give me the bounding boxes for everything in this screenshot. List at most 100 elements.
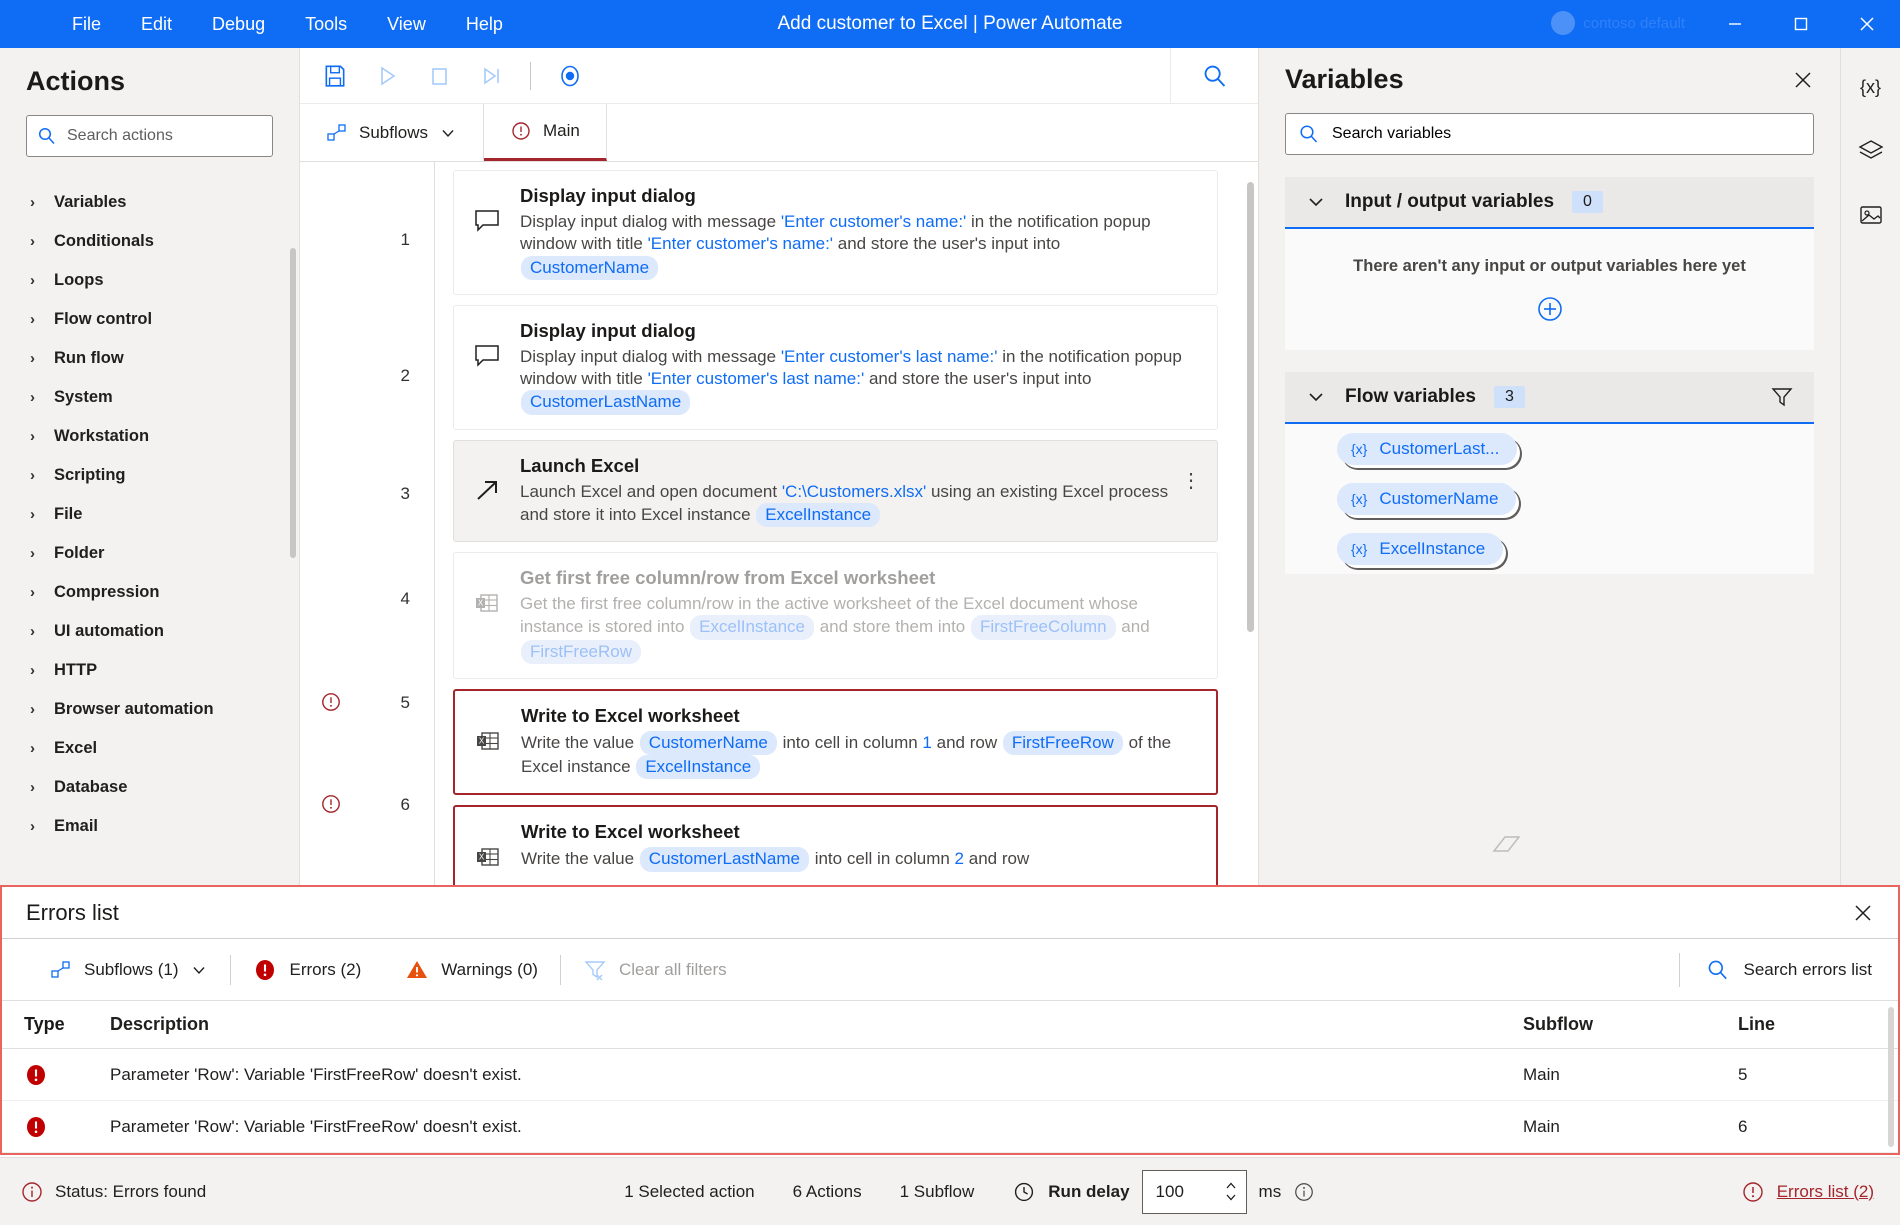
flow-tabs: Subflows Main [300, 104, 1258, 162]
menu-file[interactable]: File [52, 8, 121, 41]
table-row[interactable]: Parameter 'Row': Variable 'FirstFreeRow'… [2, 1049, 1898, 1101]
account-name: contoso default [1583, 15, 1685, 32]
variable-chip[interactable]: FirstFreeRow [521, 640, 641, 664]
search-variables-input[interactable]: Search variables [1285, 113, 1814, 155]
variable-chip[interactable]: ExcelInstance [636, 755, 760, 779]
minimize-icon[interactable] [1702, 0, 1768, 48]
category-file[interactable]: ›File [0, 495, 299, 534]
status-text: Status: Errors found [55, 1182, 206, 1202]
stepper-arrows[interactable] [1224, 1181, 1238, 1202]
filter-subflows[interactable]: Subflows (1) [28, 959, 230, 981]
category-loops[interactable]: ›Loops [0, 261, 299, 300]
list-item[interactable]: {x} CustomerName [1285, 474, 1814, 524]
add-variable-button[interactable] [1305, 294, 1794, 324]
errors-list-link[interactable]: Errors list (2) [1741, 1180, 1874, 1204]
variable-chip[interactable]: FirstFreeColumn [971, 615, 1116, 639]
category-compression[interactable]: ›Compression [0, 573, 299, 612]
step-title: Launch Excel [520, 455, 1199, 477]
filter-variables-icon[interactable] [1770, 385, 1794, 409]
line-number: 6 [401, 795, 410, 815]
category-variables[interactable]: ›Variables [0, 183, 299, 222]
flow-step-disabled[interactable]: X Get first free column/row from Excel w… [453, 552, 1218, 679]
run-delay-value: 100 [1156, 1182, 1184, 1202]
list-item[interactable]: {x} ExcelInstance [1285, 524, 1814, 574]
category-workstation[interactable]: ›Workstation [0, 417, 299, 456]
flow-step-error[interactable]: X Write to Excel worksheet Write the val… [453, 689, 1218, 796]
stop-icon[interactable] [422, 59, 456, 93]
account-chip[interactable]: contoso default [1551, 11, 1685, 35]
excel-icon: X [470, 567, 504, 664]
close-icon[interactable] [1834, 0, 1900, 48]
save-icon[interactable] [318, 59, 352, 93]
table-row[interactable]: Parameter 'Row': Variable 'FirstFreeRow'… [2, 1101, 1898, 1153]
variable-chip[interactable]: FirstFreeRow [1003, 731, 1123, 755]
column-header-line: Line [1738, 1014, 1898, 1035]
window-controls [1702, 0, 1900, 48]
flow-step-error[interactable]: X Write to Excel worksheet Write the val… [453, 805, 1218, 885]
menu-debug[interactable]: Debug [192, 8, 285, 41]
flow-variables-header[interactable]: Flow variables 3 [1285, 372, 1814, 424]
menu-help[interactable]: Help [446, 8, 523, 41]
category-conditionals[interactable]: ›Conditionals [0, 222, 299, 261]
line-number: 4 [401, 589, 410, 609]
ui-elements-icon[interactable] [1850, 130, 1892, 172]
menu-tools[interactable]: Tools [285, 8, 367, 41]
category-browser-automation[interactable]: ›Browser automation [0, 690, 299, 729]
category-label: Folder [54, 544, 104, 563]
menu-edit[interactable]: Edit [121, 8, 192, 41]
run-delay-stepper[interactable]: 100 [1142, 1170, 1247, 1214]
variable-chip[interactable]: CustomerName [521, 256, 658, 280]
flow-step[interactable]: Display input dialog Display input dialo… [453, 170, 1218, 295]
category-folder[interactable]: ›Folder [0, 534, 299, 573]
more-options-icon[interactable]: ⋮ [1181, 475, 1201, 487]
chevron-right-icon: › [30, 389, 40, 406]
category-http[interactable]: ›HTTP [0, 651, 299, 690]
clear-all-filters-button[interactable]: Clear all filters [561, 958, 749, 982]
variable-chip[interactable]: ExcelInstance [690, 615, 814, 639]
variable-chip[interactable]: ExcelInstance [756, 503, 880, 527]
close-variables-panel-icon[interactable] [1792, 69, 1814, 91]
variable-chip[interactable]: CustomerName [640, 731, 777, 755]
io-variables-header[interactable]: Input / output variables 0 [1285, 177, 1814, 229]
actions-scrollbar[interactable] [290, 248, 296, 558]
category-scripting[interactable]: ›Scripting [0, 456, 299, 495]
category-run-flow[interactable]: ›Run flow [0, 339, 299, 378]
flow-step[interactable]: Display input dialog Display input dialo… [453, 305, 1218, 430]
category-excel[interactable]: ›Excel [0, 729, 299, 768]
category-system[interactable]: ›System [0, 378, 299, 417]
tab-main[interactable]: Main [484, 104, 607, 161]
menu-view[interactable]: View [367, 8, 446, 41]
flow-step-selected[interactable]: Launch Excel Launch Excel and open docum… [453, 440, 1218, 543]
images-icon[interactable] [1850, 194, 1892, 236]
filter-warnings[interactable]: Warnings (0) [383, 958, 560, 982]
search-errors-list-input[interactable]: Search errors list [1679, 953, 1872, 987]
category-ui-automation[interactable]: ›UI automation [0, 612, 299, 651]
maximize-icon[interactable] [1768, 0, 1834, 48]
list-item[interactable]: {x} CustomerLast... [1285, 424, 1814, 474]
variable-chip[interactable]: CustomerLastName [521, 390, 690, 414]
tab-subflows[interactable]: Subflows [300, 104, 484, 161]
io-variables-empty-text: There aren't any input or output variabl… [1305, 257, 1794, 276]
run-icon[interactable] [370, 59, 404, 93]
flow-search-icon[interactable] [1170, 48, 1258, 104]
step-description: Launch Excel and open document 'C:\Custo… [520, 481, 1199, 528]
category-email[interactable]: ›Email [0, 807, 299, 846]
filter-errors[interactable]: Errors (2) [231, 958, 383, 982]
run-next-action-icon[interactable] [474, 59, 508, 93]
variables-pane-icon[interactable]: {x} [1850, 66, 1892, 108]
column-header-description: Description [107, 1014, 1523, 1035]
desc-text: and store the user's input into [864, 369, 1091, 388]
subflow-icon [50, 959, 72, 981]
category-database[interactable]: ›Database [0, 768, 299, 807]
variable-chip[interactable]: CustomerLastName [640, 847, 809, 871]
category-flow-control[interactable]: ›Flow control [0, 300, 299, 339]
recorder-icon[interactable] [553, 59, 587, 93]
search-actions-input[interactable]: Search actions [26, 115, 273, 157]
desc-text: and row [932, 733, 1002, 752]
close-errors-list-icon[interactable] [1852, 902, 1874, 924]
step-description: Get the first free column/row in the act… [520, 593, 1199, 664]
errors-scrollbar[interactable] [1888, 1007, 1894, 1147]
clock-icon [1012, 1180, 1036, 1204]
canvas-scrollbar[interactable] [1247, 182, 1254, 632]
step-error-indicator-icon [320, 691, 342, 713]
